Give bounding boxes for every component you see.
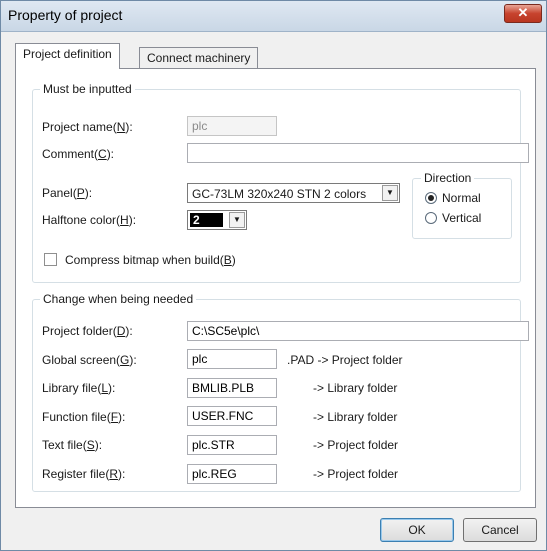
comment-label: Comment(C): (42, 147, 115, 161)
tab-project-definition[interactable]: Project definition (15, 43, 120, 69)
text-file-suffix: -> Project folder (313, 438, 399, 452)
project-name-label: Project name(N): (42, 120, 133, 134)
panel-select[interactable]: GC-73LM 320x240 STN 2 colors ▼ (187, 183, 400, 203)
register-file-input[interactable]: plc.REG (187, 464, 277, 484)
halftone-color-select[interactable]: 2 ▼ (187, 210, 247, 230)
compress-bitmap-label: Compress bitmap when build(B) (65, 253, 236, 267)
title-bar[interactable]: Property of project ✕ (1, 1, 546, 32)
function-file-suffix: -> Library folder (313, 410, 398, 424)
project-name-input[interactable]: plc (187, 116, 277, 136)
group-change-legend: Change when being needed (40, 292, 197, 306)
project-folder-input[interactable]: C:\SC5e\plc\ (187, 321, 529, 341)
function-file-label: Function file(F): (42, 410, 126, 424)
library-file-suffix: -> Library folder (313, 381, 398, 395)
group-direction (412, 178, 512, 239)
ok-button[interactable]: OK (380, 518, 454, 542)
global-screen-label: Global screen(G): (42, 353, 137, 367)
library-file-label: Library file(L): (42, 381, 116, 395)
dialog-title: Property of project (8, 7, 123, 23)
global-screen-input[interactable]: plc (187, 349, 277, 369)
register-file-suffix: -> Project folder (313, 467, 399, 481)
panel-select-value: GC-73LM 320x240 STN 2 colors (192, 187, 367, 201)
project-folder-label: Project folder(D): (42, 324, 133, 338)
tab-panel-project-definition: Must be inputted Project name(N): plc Co… (15, 68, 536, 508)
library-file-input[interactable]: BMLIB.PLB (187, 378, 277, 398)
halftone-color-swatch: 2 (190, 213, 223, 227)
global-screen-suffix: .PAD -> Project folder (287, 353, 403, 367)
tab-label: Project definition (23, 47, 112, 61)
halftone-label: Halftone color(H): (42, 213, 137, 227)
tab-label: Connect machinery (147, 51, 251, 65)
direction-normal-radio[interactable] (425, 192, 437, 204)
register-file-label: Register file(R): (42, 467, 126, 481)
text-file-input[interactable]: plc.STR (187, 435, 277, 455)
direction-vertical-radio[interactable] (425, 212, 437, 224)
direction-legend: Direction (421, 171, 475, 185)
function-file-input[interactable]: USER.FNC (187, 406, 277, 426)
compress-bitmap-checkbox[interactable] (44, 253, 57, 266)
group-must-legend: Must be inputted (40, 82, 135, 96)
direction-normal-label: Normal (442, 191, 481, 205)
text-file-label: Text file(S): (42, 438, 103, 452)
close-icon: ✕ (517, 5, 529, 20)
panel-label: Panel(P): (42, 186, 93, 200)
close-button[interactable]: ✕ (504, 4, 542, 23)
direction-vertical-label: Vertical (442, 211, 482, 225)
comment-input[interactable] (187, 143, 529, 163)
chevron-down-icon[interactable]: ▼ (382, 185, 398, 201)
cancel-button[interactable]: Cancel (463, 518, 537, 542)
project-property-dialog: Property of project ✕ Project definition… (0, 0, 547, 551)
chevron-down-icon[interactable]: ▼ (229, 212, 245, 228)
